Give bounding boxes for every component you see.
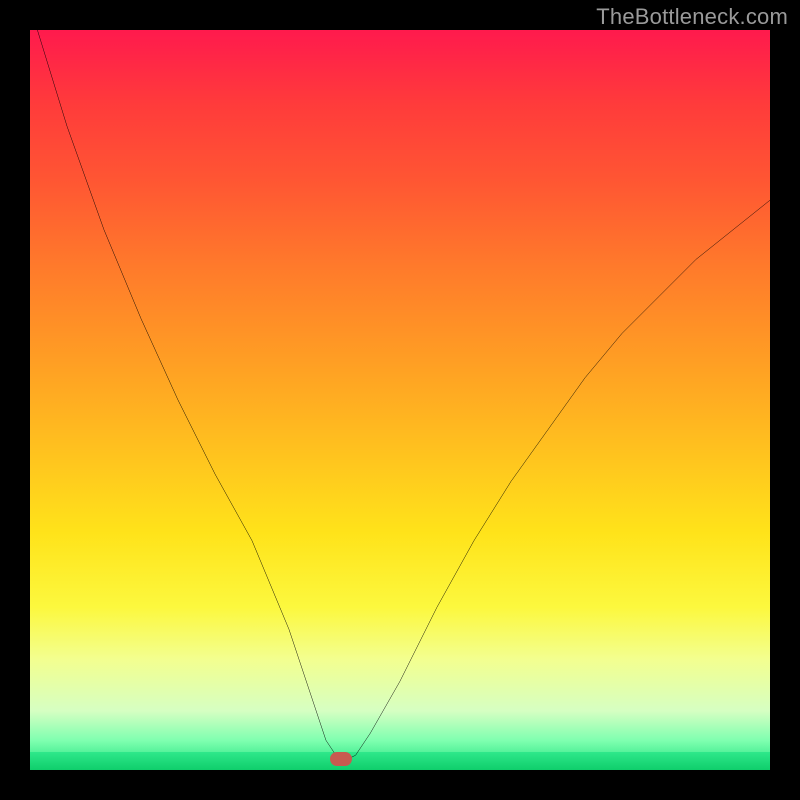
bottleneck-curve (30, 30, 770, 770)
chart-frame: TheBottleneck.com (0, 0, 800, 800)
plot-area (30, 30, 770, 770)
optimal-marker (330, 752, 352, 766)
watermark-text: TheBottleneck.com (596, 4, 788, 30)
